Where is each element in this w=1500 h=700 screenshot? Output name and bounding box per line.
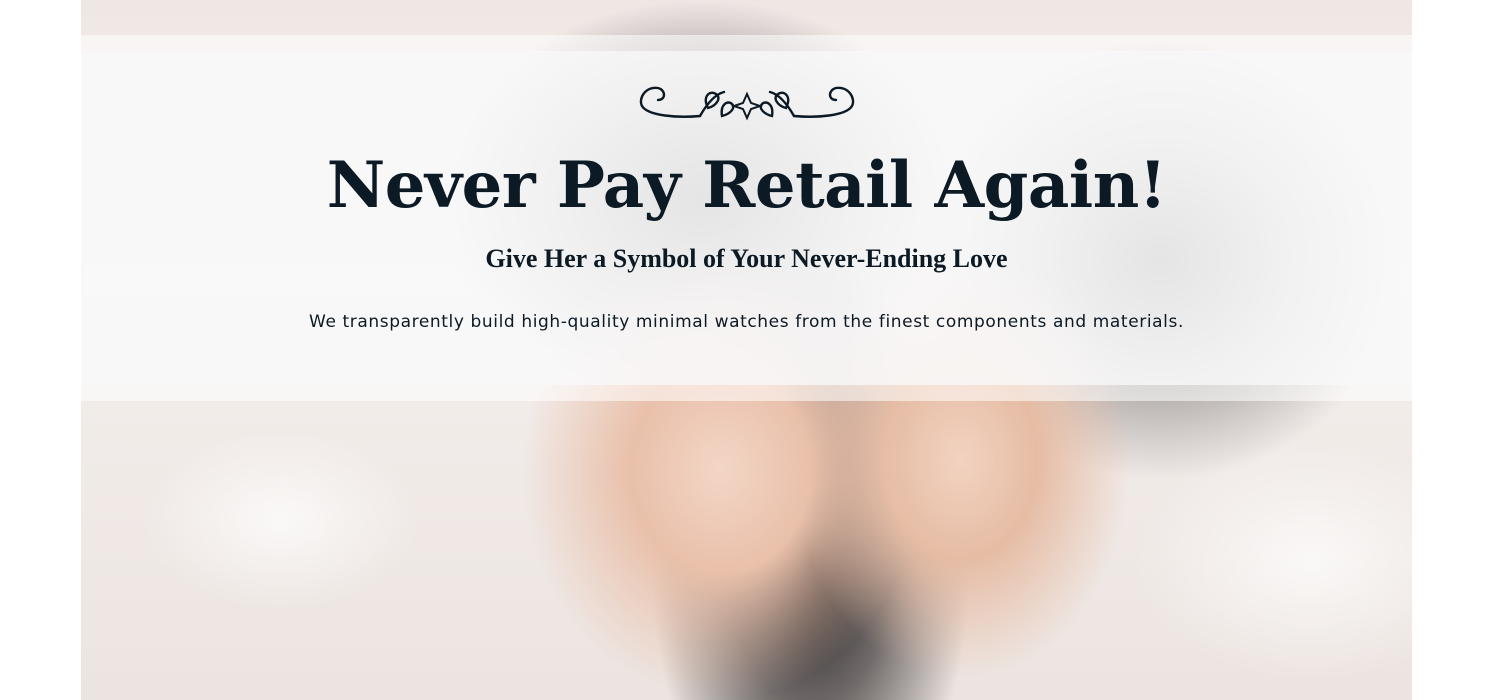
- flourish-ornament-icon: [639, 86, 855, 121]
- hero-description: We transparently build high-quality mini…: [309, 312, 1184, 332]
- hero-subheadline: Give Her a Symbol of Your Never-Ending L…: [485, 244, 1008, 273]
- hero-section: Never Pay Retail Again! Give Her a Symbo…: [81, 0, 1412, 700]
- hero-headline: Never Pay Retail Again!: [326, 148, 1167, 223]
